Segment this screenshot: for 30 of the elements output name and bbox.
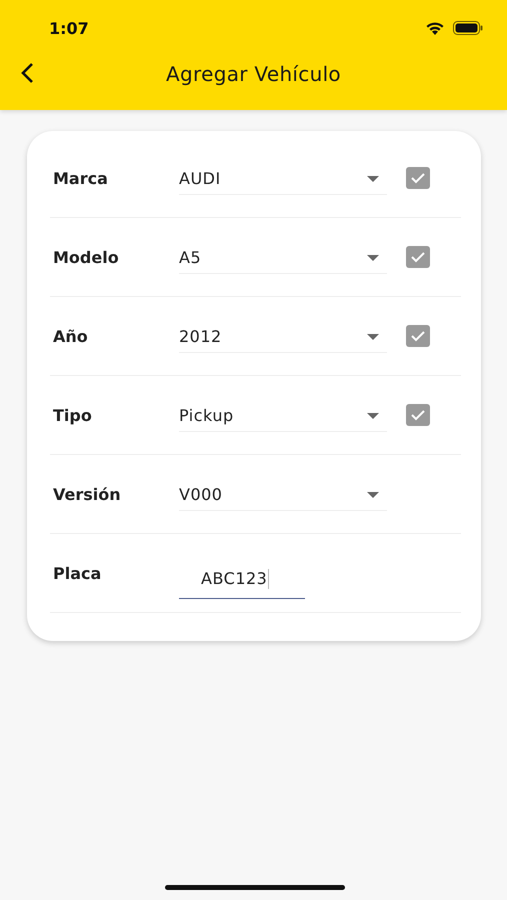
chevron-left-icon [20,62,34,84]
checkmark-icon [410,330,426,342]
field-label: Tipo [52,406,93,424]
page-title: Agregar Vehículo [166,62,341,86]
checkbox[interactable] [406,325,430,347]
dropdown-field[interactable]: A5 [179,242,387,274]
checkmark-icon [410,172,426,184]
field-label: Versión [52,484,122,504]
caret-icon [367,412,379,418]
field-label: Año [52,326,89,346]
checkmark-icon [410,409,426,421]
dropdown-field[interactable]: AUDI [179,163,387,195]
checkbox[interactable] [406,404,430,426]
status-time: 1:07 [49,18,89,38]
wifi-icon [425,20,445,36]
dropdown-field[interactable]: Pickup [179,400,387,432]
caret-icon [367,176,379,182]
field-label: Modelo [52,248,120,266]
field-label: Placa [52,564,102,582]
caret-icon [367,254,379,260]
field-label: Marca [52,168,109,188]
text-field[interactable]: ABC123 [179,559,305,599]
checkmark-icon [410,251,426,263]
dropdown-field[interactable]: V000 [179,479,387,511]
caret-icon [367,492,379,498]
checkbox[interactable] [406,167,430,189]
caret-icon [367,334,379,340]
battery-icon [453,21,483,35]
checkbox[interactable] [406,246,430,268]
dropdown-field[interactable]: 2012 [179,321,387,353]
